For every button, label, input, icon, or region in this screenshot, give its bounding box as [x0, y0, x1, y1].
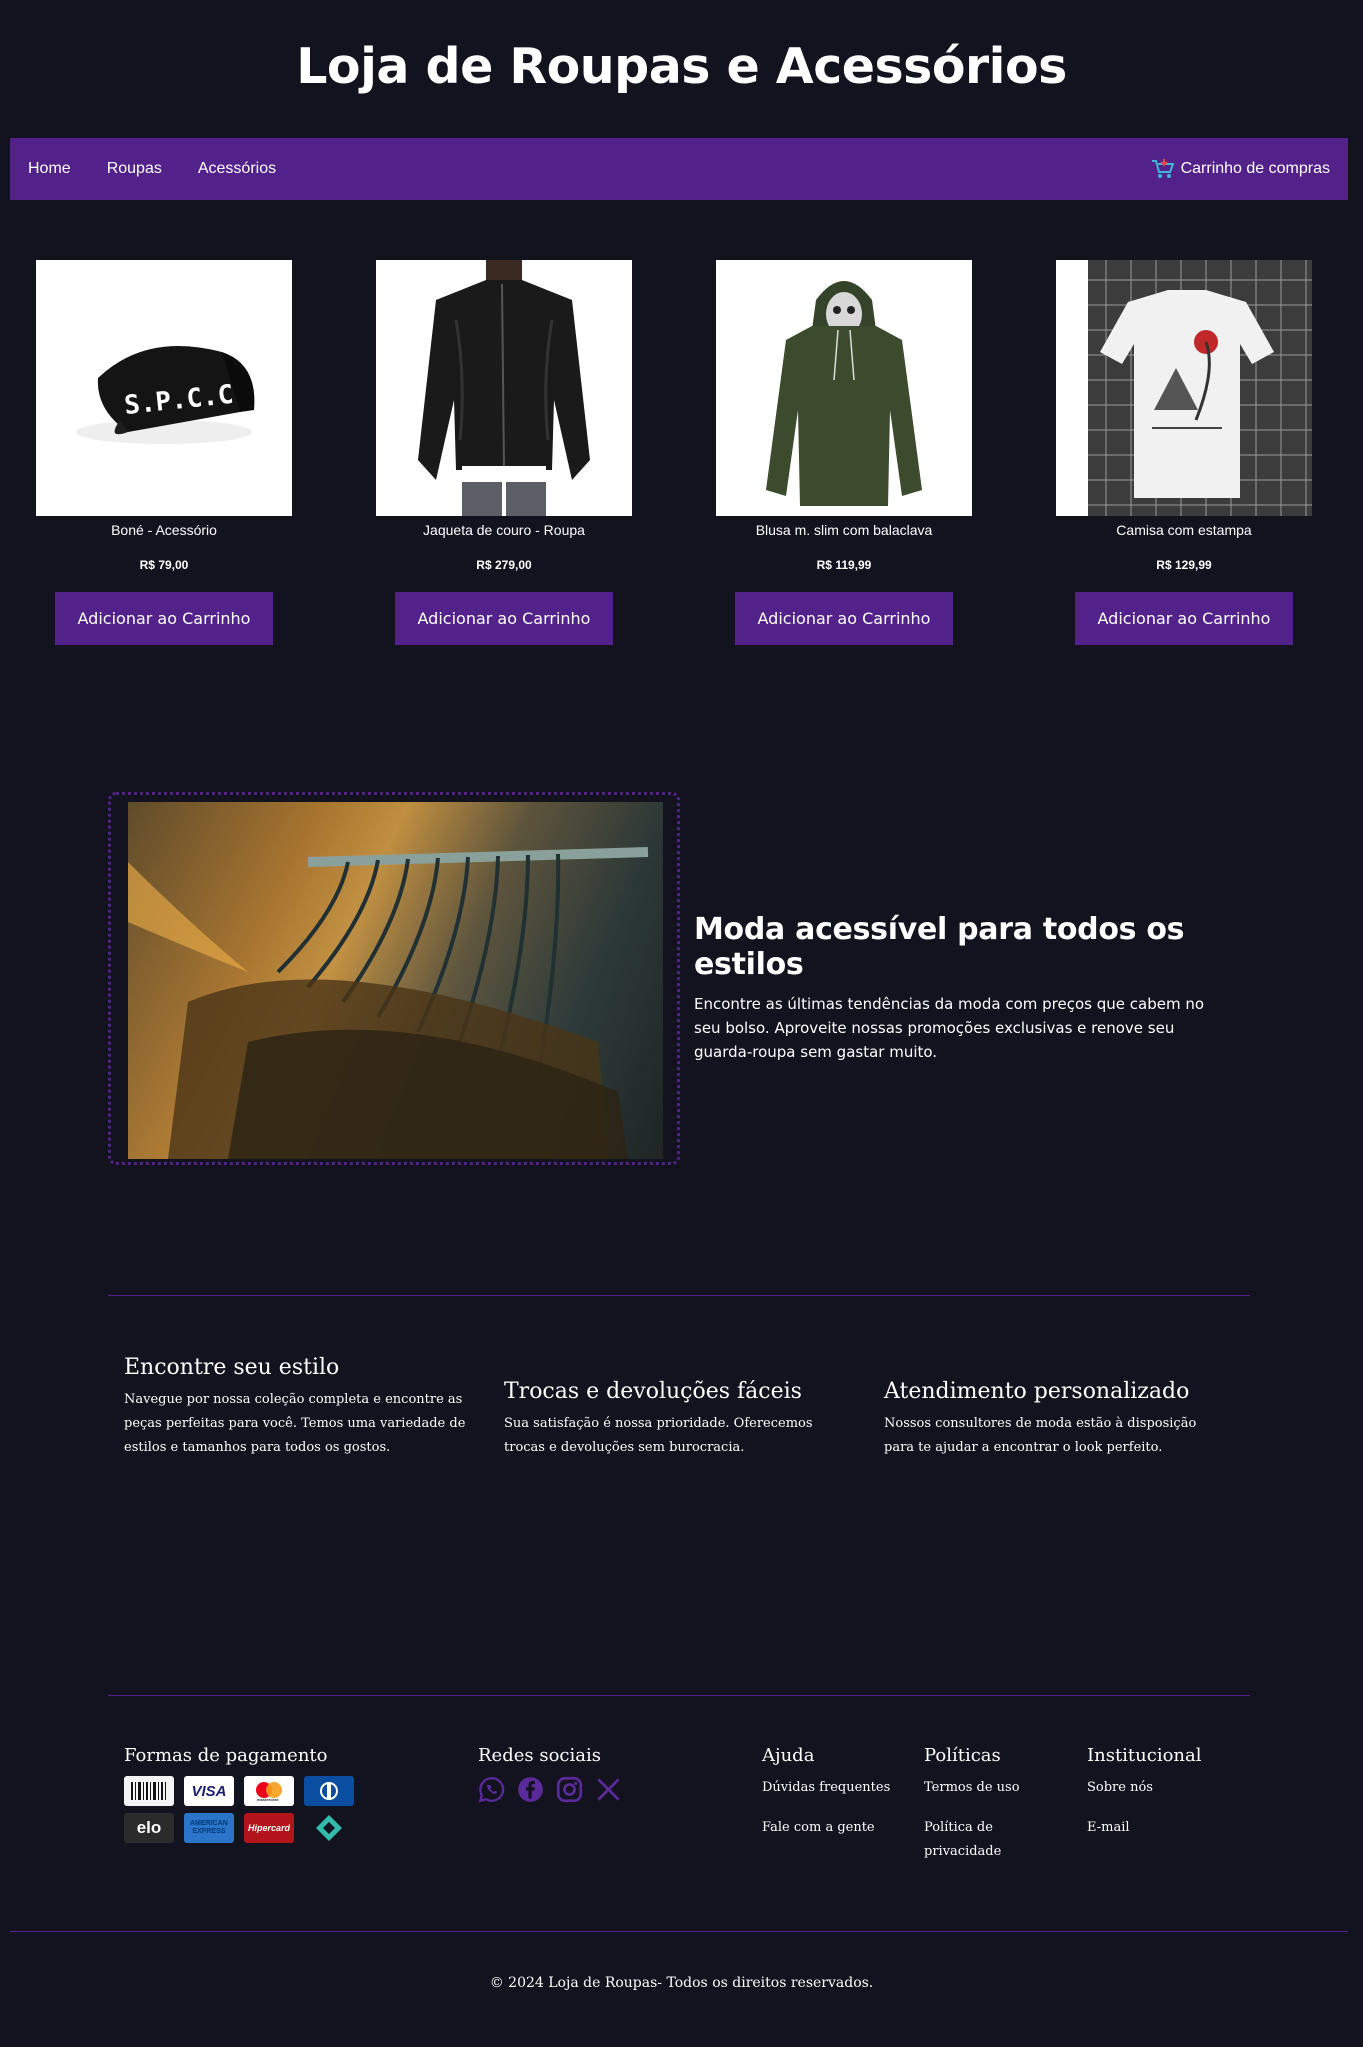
faq-link[interactable]: Dúvidas frequentes: [762, 1776, 892, 1800]
add-to-cart-button[interactable]: Adicionar ao Carrinho: [1075, 592, 1293, 645]
product-card: Blusa m. slim com balaclava R$ 119,99 Ad…: [716, 260, 972, 645]
help-column: Ajuda Dúvidas frequentes Fale com a gent…: [762, 1745, 892, 1856]
feature-text: Sua satisfação é nossa prioridade. Ofere…: [504, 1416, 813, 1455]
contact-link[interactable]: Fale com a gente: [762, 1816, 892, 1840]
policies-column: Políticas Termos de uso Política de priv…: [924, 1745, 1054, 1880]
hero-image-frame: [108, 792, 680, 1165]
product-name: Jaqueta de couro - Roupa: [423, 522, 585, 538]
shopping-cart-icon: [1151, 159, 1175, 178]
feature-title: Atendimento personalizado: [884, 1379, 1190, 1404]
social-links: [478, 1776, 622, 1803]
hipercard-icon: Hipercard: [244, 1813, 294, 1843]
institutional-title: Institucional: [1087, 1745, 1202, 1766]
pix-icon: [304, 1813, 354, 1843]
email-link[interactable]: E-mail: [1087, 1816, 1237, 1840]
add-to-cart-button[interactable]: Adicionar ao Carrinho: [395, 592, 613, 645]
add-to-cart-button[interactable]: Adicionar ao Carrinho: [55, 592, 273, 645]
product-name: Blusa m. slim com balaclava: [755, 522, 933, 538]
copyright: © 2024 Loja de Roupas- Todos os direitos…: [489, 1975, 874, 1991]
payments-title: Formas de pagamento: [124, 1745, 328, 1766]
product-name: Camisa com estampa: [1116, 522, 1252, 538]
site-title: Loja de Roupas e Acessórios: [296, 38, 1067, 95]
payments-column: Formas de pagamento VISA mastercard elo …: [124, 1745, 354, 1843]
product-price: R$ 119,99: [816, 558, 872, 572]
product-price: R$ 79,00: [139, 558, 189, 572]
whatsapp-icon[interactable]: [478, 1776, 505, 1803]
cap-image[interactable]: S.P.C.C: [36, 260, 292, 516]
boleto-icon: [124, 1776, 174, 1806]
visa-icon: VISA: [184, 1776, 234, 1806]
institutional-column: Institucional Sobre nós E-mail: [1087, 1745, 1237, 1856]
about-link[interactable]: Sobre nós: [1087, 1776, 1237, 1800]
hero-description: Encontre as últimas tendências da moda c…: [694, 995, 1205, 1061]
feature-title: Encontre seu estilo: [124, 1355, 340, 1380]
x-icon[interactable]: [595, 1776, 622, 1803]
nav-acessorios[interactable]: Acessórios: [198, 160, 276, 178]
mastercard-icon: mastercard: [244, 1776, 294, 1806]
diners-icon: [304, 1776, 354, 1806]
printed-tshirt-image[interactable]: [1056, 260, 1312, 516]
product-grid: S.P.C.C Boné - Acessório R$ 79,00 Adicio…: [0, 260, 1363, 660]
hero-text: Moda acessível para todos os estilos Enc…: [694, 912, 1234, 1064]
svg-text:mastercard: mastercard: [257, 1797, 279, 1802]
policies-title: Políticas: [924, 1745, 1001, 1766]
main-navbar: Home Roupas Acessórios Carrinho de compr…: [10, 138, 1348, 200]
nav-roupas[interactable]: Roupas: [107, 160, 162, 178]
nav-home[interactable]: Home: [28, 160, 71, 178]
cart-link[interactable]: Carrinho de compras: [1151, 158, 1330, 180]
social-column: Redes sociais: [478, 1745, 622, 1803]
product-card: S.P.C.C Boné - Acessório R$ 79,00 Adicio…: [36, 260, 292, 645]
facebook-icon[interactable]: [517, 1776, 544, 1803]
product-card: Camisa com estampa R$ 129,99 Adicionar a…: [1056, 260, 1312, 645]
help-title: Ajuda: [762, 1745, 815, 1766]
instagram-icon[interactable]: [556, 1776, 583, 1803]
add-to-cart-button[interactable]: Adicionar ao Carrinho: [735, 592, 953, 645]
feature-title: Trocas e devoluções fáceis: [504, 1379, 802, 1404]
product-name: Boné - Acessório: [111, 522, 217, 538]
amex-icon: AMERICAN EXPRESS: [184, 1813, 234, 1843]
feature-returns: Trocas e devoluções fáceis Sua satisfaçã…: [504, 1379, 849, 1460]
leather-jacket-image[interactable]: [376, 260, 632, 516]
clothing-rack-photo: [128, 802, 663, 1159]
feature-text: Nossos consultores de moda estão à dispo…: [884, 1416, 1197, 1455]
product-price: R$ 279,00: [476, 558, 532, 572]
terms-link[interactable]: Termos de uso: [924, 1776, 1054, 1800]
product-price: R$ 129,99: [1156, 558, 1212, 572]
hoodie-image[interactable]: [716, 260, 972, 516]
privacy-link[interactable]: Política de privacidade: [924, 1816, 1054, 1864]
cart-label: Carrinho de compras: [1180, 160, 1330, 177]
hero-title: Moda acessível para todos os estilos: [694, 912, 1185, 982]
social-title: Redes sociais: [478, 1745, 601, 1766]
bottom-divider: [10, 1931, 1348, 1932]
payment-methods: VISA mastercard elo AMERICAN EXPRESS Hip…: [124, 1776, 354, 1843]
elo-icon: elo: [124, 1813, 174, 1843]
feature-text: Navegue por nossa coleção completa e enc…: [124, 1392, 466, 1455]
feature-style: Encontre seu estilo Navegue por nossa co…: [124, 1355, 469, 1460]
footer-divider: [108, 1695, 1250, 1696]
section-divider: [108, 1295, 1250, 1296]
feature-service: Atendimento personalizado Nossos consult…: [884, 1379, 1229, 1460]
product-card: Jaqueta de couro - Roupa R$ 279,00 Adici…: [376, 260, 632, 645]
